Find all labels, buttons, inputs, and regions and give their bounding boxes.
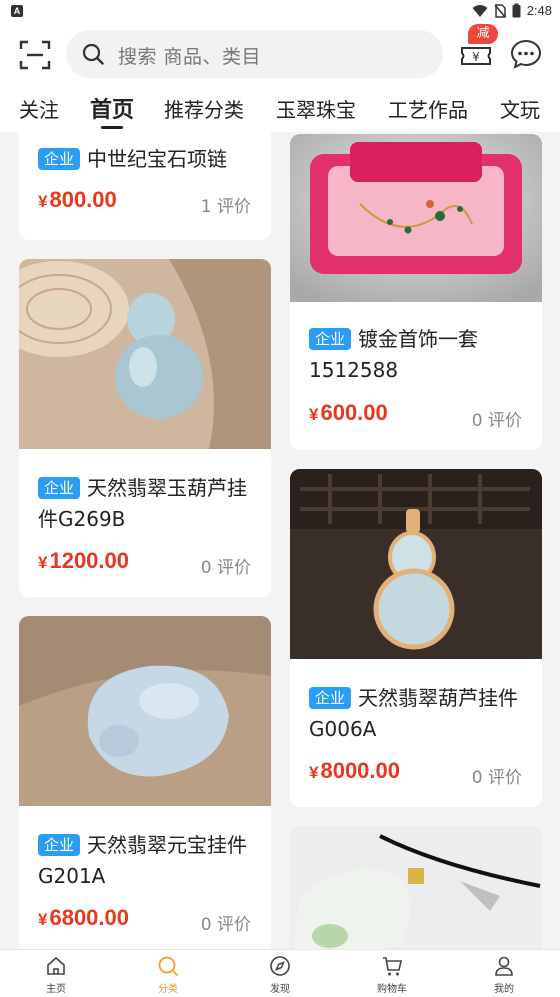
product-title: 企业 天然翡翠玉葫芦挂件G269B <box>38 476 248 531</box>
tab-jade-jewelry[interactable]: 玉翠珠宝 <box>276 94 356 123</box>
product-image <box>19 259 271 449</box>
tab-antiques[interactable]: 文玩 <box>500 94 540 123</box>
discount-badge: 减 <box>468 24 498 44</box>
product-price: ¥600.00 <box>309 400 388 425</box>
enterprise-tag: 企业 <box>38 477 81 499</box>
product-title: 企业 镀金首饰一套1512588 <box>309 327 479 382</box>
enterprise-tag: 企业 <box>309 328 352 350</box>
review-count: 1 评价 <box>200 197 251 217</box>
product-card[interactable]: 企业 中世纪宝石项链 ¥800.00 1 评价 <box>19 132 271 240</box>
tab-home[interactable]: 首页 <box>90 92 134 124</box>
app-notification-icon: A <box>11 5 23 17</box>
nav-discover-label: 发现 <box>270 984 290 995</box>
product-card[interactable]: 企业 天然翡翠元宝挂件G201A ¥6800.00 0 评价 <box>19 616 271 949</box>
scan-icon[interactable] <box>19 40 51 70</box>
search-input[interactable]: 搜索 商品、类目 <box>66 30 443 78</box>
review-count: 0 评价 <box>471 411 522 431</box>
search-icon <box>82 43 104 65</box>
compass-icon <box>270 956 290 976</box>
clock: 2:48 <box>526 3 552 18</box>
coupon-icon[interactable]: ¥ <box>460 40 492 72</box>
search-placeholder: 搜索 商品、类目 <box>118 46 262 68</box>
enterprise-tag: 企业 <box>38 148 81 170</box>
top-header: 搜索 商品、类目 ¥ 减 <box>0 24 560 86</box>
tab-recommended-categories[interactable]: 推荐分类 <box>164 94 244 123</box>
nav-category[interactable]: 分类 <box>112 950 224 997</box>
product-feed: 企业 中世纪宝石项链 ¥800.00 1 评价 企业 镀金首饰一套1512588 ¥… <box>0 132 560 949</box>
product-price: ¥800.00 <box>38 187 117 212</box>
product-card[interactable]: 企业 天然翡翠葫芦挂件G006A ¥8000.00 0 评价 <box>290 469 542 807</box>
cart-icon <box>383 957 402 976</box>
product-image <box>290 826 542 949</box>
category-tabs: 关注 首页 推荐分类 玉翠珠宝 工艺作品 文玩 <box>0 86 560 132</box>
product-card[interactable]: 企业 天然翡翠玉葫芦挂件G269B ¥1200.00 0 评价 <box>19 259 271 597</box>
search-icon <box>158 956 178 976</box>
active-tab-indicator <box>101 126 123 129</box>
wifi-icon <box>472 4 488 17</box>
product-image <box>19 616 271 806</box>
product-price: ¥1200.00 <box>38 548 129 573</box>
tab-crafts[interactable]: 工艺作品 <box>388 94 468 123</box>
review-count: 0 评价 <box>200 558 251 578</box>
product-price: ¥6800.00 <box>38 905 129 930</box>
product-image <box>290 134 542 302</box>
no-sim-icon <box>494 3 506 18</box>
user-icon <box>495 956 513 976</box>
product-image <box>290 469 542 659</box>
nav-discover[interactable]: 发现 <box>224 950 336 997</box>
nav-home[interactable]: 主页 <box>0 950 112 997</box>
svg-text:¥: ¥ <box>472 50 480 64</box>
bottom-navigation: 主页 分类 发现 购物车 我的 <box>0 949 560 997</box>
product-title: 企业 中世纪宝石项链 <box>38 144 257 175</box>
nav-profile-label: 我的 <box>494 984 514 995</box>
product-title: 企业 天然翡翠元宝挂件G201A <box>38 833 248 888</box>
nav-profile[interactable]: 我的 <box>448 950 560 997</box>
enterprise-tag: 企业 <box>309 687 352 709</box>
home-icon <box>47 956 65 975</box>
nav-home-label: 主页 <box>46 984 66 995</box>
enterprise-tag: 企业 <box>38 834 81 856</box>
product-title: 企业 天然翡翠葫芦挂件G006A <box>309 686 519 741</box>
tab-follow[interactable]: 关注 <box>19 94 59 123</box>
product-price: ¥8000.00 <box>309 758 400 783</box>
status-bar: A 2:48 <box>0 0 560 24</box>
nav-cart-label: 购物车 <box>377 984 407 995</box>
review-count: 0 评价 <box>471 768 522 788</box>
product-card[interactable] <box>290 826 542 949</box>
nav-category-label: 分类 <box>158 984 178 995</box>
battery-icon <box>512 3 521 18</box>
review-count: 0 评价 <box>200 915 251 935</box>
nav-cart[interactable]: 购物车 <box>336 950 448 997</box>
product-card[interactable]: 企业 镀金首饰一套1512588 ¥600.00 0 评价 <box>290 134 542 450</box>
message-icon[interactable] <box>510 38 542 70</box>
